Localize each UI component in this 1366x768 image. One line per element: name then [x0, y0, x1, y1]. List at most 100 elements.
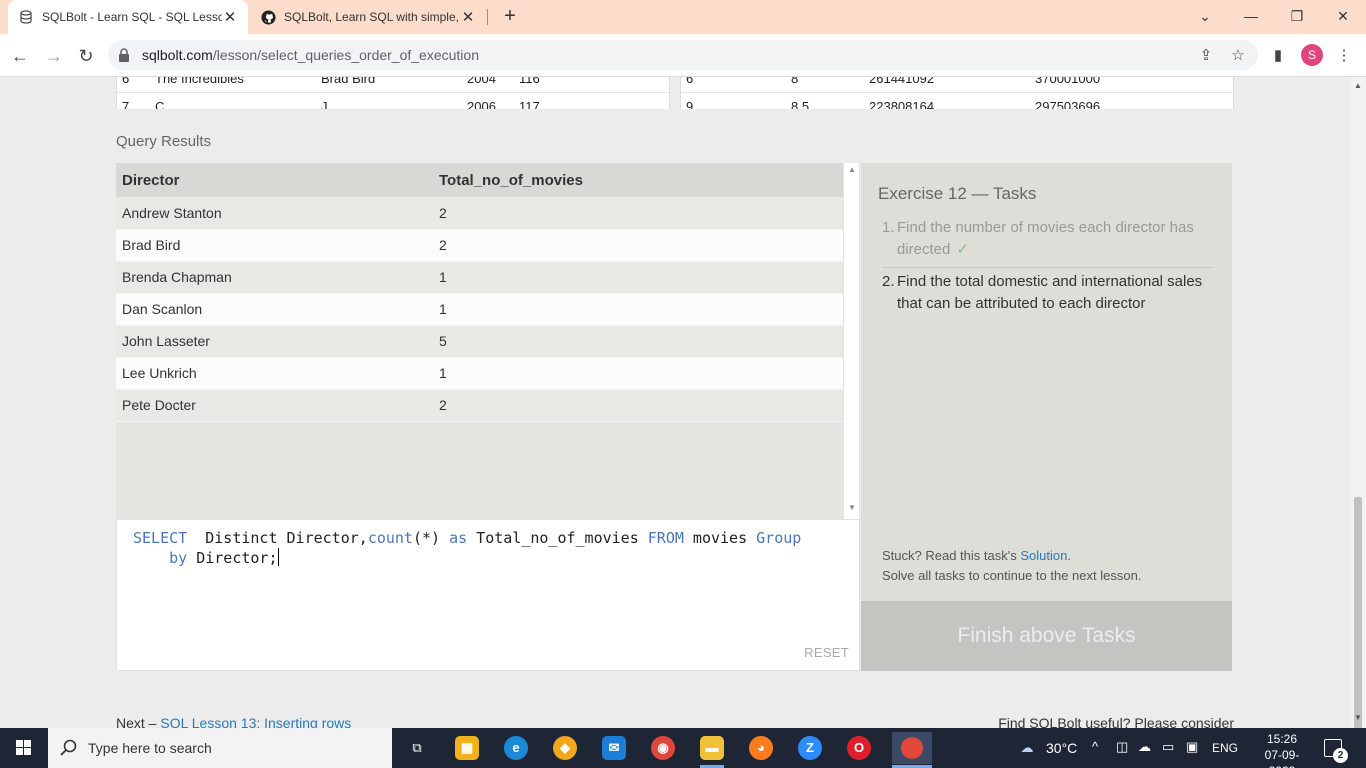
firefox-icon[interactable]: ◕ — [749, 736, 773, 760]
profile-avatar[interactable]: S — [1301, 44, 1323, 66]
task-item-pending: 2. Find the total domestic and internati… — [882, 271, 1212, 315]
sql-editor[interactable]: SELECT Distinct Director,count(*) as Tot… — [116, 519, 860, 671]
keyword: count — [367, 529, 413, 547]
scrollbar-thumb[interactable] — [1354, 497, 1362, 737]
forward-arrow-icon[interactable]: → — [42, 44, 66, 68]
kebab-menu-icon[interactable]: ⋮ — [1334, 46, 1354, 66]
file-explorer-icon[interactable]: ▬ — [700, 736, 724, 760]
finish-tasks-button[interactable]: Finish above Tasks — [861, 601, 1232, 671]
tab-github[interactable]: SQLBolt, Learn SQL with simple, i ✕ — [250, 0, 486, 34]
restore-icon[interactable]: ❐ — [1282, 5, 1312, 27]
cell-count: 5 — [433, 325, 843, 358]
chrome-icon[interactable]: ◉ — [651, 736, 675, 760]
mail-icon[interactable]: ✉ — [602, 736, 626, 760]
zoom-icon[interactable]: Z — [798, 736, 822, 760]
close-window-icon[interactable]: ✕ — [1328, 5, 1358, 27]
microsoft-store-icon[interactable]: ▦ — [455, 736, 479, 760]
url-text: sqlbolt.com/lesson/select_queries_order_… — [142, 47, 479, 63]
back-arrow-icon[interactable]: ← — [8, 44, 32, 68]
new-tab-plus-icon[interactable]: + — [500, 5, 520, 27]
table-row: Dan Scanlon 1 — [116, 293, 843, 326]
minimize-icon[interactable]: — — [1236, 5, 1266, 27]
keyword: by — [169, 549, 188, 567]
cell: 9 — [686, 99, 694, 109]
close-tab-icon[interactable]: ✕ — [222, 8, 238, 26]
task-view-icon[interactable]: ⧉ — [405, 736, 429, 760]
code-text: Director; — [187, 549, 278, 567]
tab-title: SQLBolt - Learn SQL - SQL Lesso — [42, 10, 222, 24]
opera-icon[interactable]: O — [847, 736, 871, 760]
sql-query-text[interactable]: SELECT Distinct Director,count(*) as Tot… — [133, 528, 833, 568]
weather-cloud-icon[interactable]: ☁ — [1012, 736, 1042, 760]
chrome-active-icon[interactable] — [892, 732, 932, 764]
tab-title: SQLBolt, Learn SQL with simple, i — [284, 10, 460, 24]
meet-now-icon[interactable]: ◫ — [1116, 739, 1128, 755]
cell: 223808164 — [869, 99, 935, 109]
help-prefix: Stuck? Read this task's — [882, 548, 1021, 563]
tab-search-chevron-icon[interactable]: ⌄ — [1190, 5, 1220, 27]
scroll-down-arrow-icon[interactable]: ▼ — [848, 503, 856, 512]
share-icon[interactable]: ⇪ — [1196, 46, 1216, 66]
search-icon — [60, 739, 77, 756]
page-scrollbar[interactable]: ▲ ▼ — [1350, 77, 1366, 737]
edge-browser-icon[interactable]: e — [504, 736, 528, 760]
close-tab-icon[interactable]: ✕ — [460, 8, 476, 26]
code-text: movies — [683, 529, 757, 547]
results-scrollbar[interactable]: ▲ ▼ — [843, 163, 859, 519]
table-row: 7 C J 2006 117 — [117, 99, 669, 109]
scroll-up-arrow-icon[interactable]: ▲ — [848, 165, 856, 174]
code-text: (*) — [412, 529, 450, 547]
tab-bar: SQLBolt - Learn SQL - SQL Lesso ✕ SQLBol… — [0, 0, 1366, 34]
lock-icon — [119, 48, 129, 62]
system-clock[interactable]: 15:26 07-09-2023 — [1252, 731, 1312, 768]
query-results-table[interactable]: Director Total_no_of_movies Andrew Stant… — [116, 163, 860, 519]
cell-count: 1 — [433, 357, 843, 390]
next-prefix: Next – — [116, 715, 161, 728]
tray-expand-icon[interactable]: ^ — [1092, 739, 1098, 754]
network-icon[interactable]: ▣ — [1186, 739, 1198, 755]
url-domain: sqlbolt.com — [142, 47, 213, 63]
battery-icon[interactable]: ▭ — [1162, 739, 1174, 755]
cell-director: John Lasseter — [116, 325, 433, 358]
tab-sqlbolt-lesson[interactable]: SQLBolt - Learn SQL - SQL Lesso ✕ — [8, 0, 248, 34]
support-prompt[interactable]: Find SQLBolt useful? Please consider — [998, 715, 1234, 728]
reset-button[interactable]: RESET — [804, 645, 849, 660]
scroll-down-arrow-icon[interactable]: ▼ — [1354, 713, 1362, 722]
code-text: Total_no_of_movies — [467, 529, 648, 547]
bookmark-star-icon[interactable]: ☆ — [1228, 46, 1248, 66]
movies-table-partial: 6 The Incredibles Brad Bird 2004 116 7 C… — [116, 77, 670, 109]
keyword: SELECT — [133, 529, 188, 547]
cell: 7 — [122, 99, 130, 109]
weather-temp[interactable]: 30°C — [1046, 740, 1077, 756]
cell-count: 2 — [433, 389, 843, 422]
cell: J — [321, 99, 328, 109]
table-row: Andrew Stanton 2 — [116, 197, 843, 230]
next-lesson-link[interactable]: SQL Lesson 13: Inserting rows — [160, 715, 351, 728]
table-row: Brenda Chapman 1 — [116, 261, 843, 294]
onedrive-icon[interactable]: ☁ — [1138, 739, 1151, 755]
table-row: Lee Unkrich 1 — [116, 357, 843, 390]
task-number: 1. — [882, 219, 895, 236]
keyword: Group — [756, 529, 802, 547]
cell: The Incredibles — [155, 77, 244, 86]
cell-count: 2 — [433, 229, 843, 262]
notification-badge: 2 — [1333, 748, 1348, 763]
lesson-content: 6 The Incredibles Brad Bird 2004 116 7 C… — [90, 77, 1260, 728]
column-header-director: Director — [116, 163, 433, 197]
table-row: 6 The Incredibles Brad Bird 2004 116 — [117, 77, 669, 93]
taskbar-search[interactable]: Type here to search — [48, 728, 392, 768]
cell: 2006 — [467, 99, 496, 109]
reload-icon[interactable]: ↻ — [74, 44, 98, 68]
checkmark-icon: ✓ — [956, 241, 969, 258]
browser-toolbar: ← → ↻ sqlbolt.com/lesson/select_queries_… — [0, 34, 1366, 77]
language-indicator[interactable]: ENG — [1212, 741, 1238, 755]
solution-link[interactable]: Solution — [1020, 548, 1067, 563]
cell: 6 — [122, 77, 130, 86]
windows-start-icon[interactable] — [0, 728, 48, 768]
scroll-up-arrow-icon[interactable]: ▲ — [1354, 81, 1362, 90]
windows-taskbar: Type here to search ⧉ ▦ e ◆ ✉ ◉ ▬ ◕ Z O … — [0, 728, 1366, 768]
address-bar[interactable]: sqlbolt.com/lesson/select_queries_order_… — [108, 40, 1258, 70]
side-panel-icon[interactable]: ▮ — [1268, 46, 1288, 66]
brave-browser-icon[interactable]: ◆ — [553, 736, 577, 760]
table-header-row: Director Total_no_of_movies — [116, 163, 843, 197]
